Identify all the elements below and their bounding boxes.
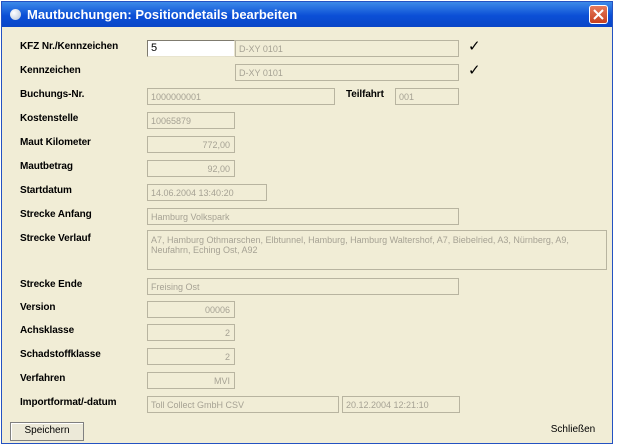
- buchungs-field: 1000000001: [147, 88, 335, 105]
- title-bar[interactable]: Mautbuchungen: Positiondetails bearbeite…: [2, 2, 612, 27]
- window-title: Mautbuchungen: Positiondetails bearbeite…: [27, 7, 298, 22]
- verfahren-field: MVI: [147, 372, 235, 389]
- import-date-field: 20.12.2004 12:21:10: [342, 396, 460, 413]
- kennzeichen-check-icon: ✓: [468, 61, 481, 79]
- kostenstelle-field: 10065879: [147, 112, 235, 129]
- mautbetrag-label: Mautbetrag: [20, 161, 73, 172]
- teilfahrt-label: Teilfahrt: [346, 89, 384, 100]
- achsklasse-field: 2: [147, 324, 235, 341]
- version-field: 00006: [147, 301, 235, 318]
- verfahren-label: Verfahren: [20, 373, 66, 384]
- maut-km-label: Maut Kilometer: [20, 137, 91, 148]
- strecke-anfang-label: Strecke Anfang: [20, 209, 92, 220]
- kennzeichen-field: D-XY 0101: [235, 64, 459, 81]
- kostenstelle-label: Kostenstelle: [20, 113, 79, 124]
- achsklasse-label: Achsklasse: [20, 325, 75, 336]
- strecke-ende-field: Freising Ost: [147, 278, 459, 295]
- dialog-window: Mautbuchungen: Positiondetails bearbeite…: [1, 1, 613, 444]
- startdatum-field: 14.06.2004 13:40:20: [147, 184, 267, 201]
- schadstoff-label: Schadstoffklasse: [20, 349, 101, 360]
- app-icon: [10, 9, 21, 20]
- close-button[interactable]: [589, 5, 608, 24]
- strecke-verlauf-field: A7, Hamburg Othmarschen, Elbtunnel, Hamb…: [147, 230, 607, 270]
- kfz-label: KFZ Nr./Kennzeichen: [20, 41, 119, 52]
- close-dialog-button[interactable]: Schließen: [536, 422, 610, 441]
- kennzeichen-label: Kennzeichen: [20, 65, 81, 76]
- buchungs-label: Buchungs-Nr.: [20, 89, 85, 100]
- save-button[interactable]: Speichern: [10, 422, 84, 441]
- close-icon: [593, 9, 604, 20]
- teilfahrt-field: 001: [395, 88, 459, 105]
- kfz-input[interactable]: 5: [147, 40, 235, 57]
- schadstoff-field: 2: [147, 348, 235, 365]
- version-label: Version: [20, 302, 56, 313]
- kfz-check-icon: ✓: [468, 37, 481, 55]
- kfz-plate-field: D-XY 0101: [235, 40, 459, 57]
- import-format-field: Toll Collect GmbH CSV: [147, 396, 339, 413]
- maut-km-field: 772,00: [147, 136, 235, 153]
- strecke-ende-label: Strecke Ende: [20, 279, 83, 290]
- import-label: Importformat/-datum: [20, 397, 117, 408]
- mautbetrag-field: 92,00: [147, 160, 235, 177]
- startdatum-label: Startdatum: [20, 185, 72, 196]
- strecke-verlauf-label: Strecke Verlauf: [20, 233, 91, 244]
- strecke-anfang-field: Hamburg Volkspark: [147, 208, 459, 225]
